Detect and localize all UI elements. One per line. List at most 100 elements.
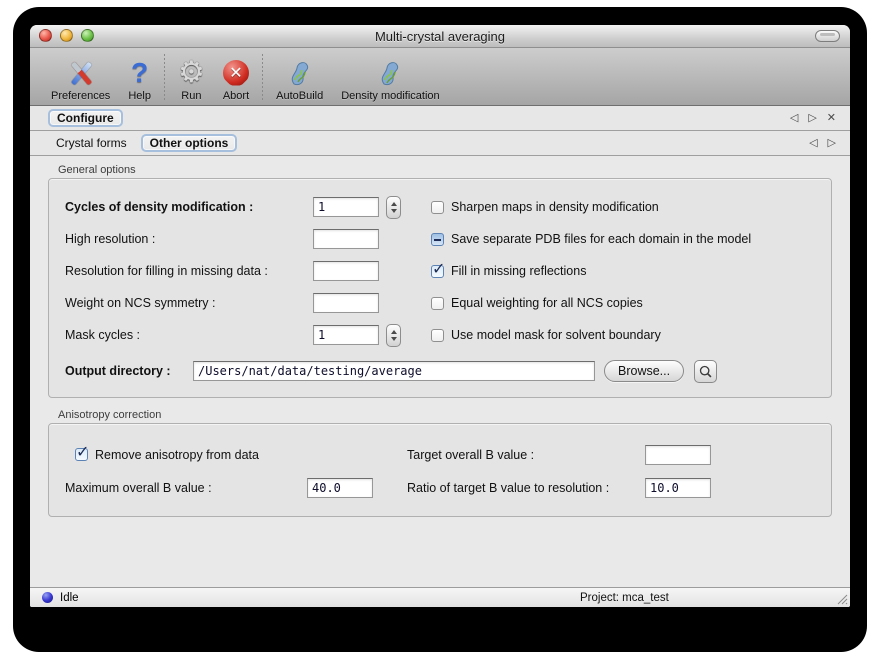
field-label: High resolution : [65, 232, 313, 246]
save-separate-pdb-checkbox[interactable] [431, 233, 444, 246]
field-row: Mask cycles : Use model mask for solvent… [65, 319, 815, 351]
field-row: Cycles of density modification : Sharpen… [65, 191, 815, 223]
checkbox-row[interactable]: Sharpen maps in density modification [405, 200, 815, 214]
tab-configure[interactable]: Configure [48, 109, 123, 127]
field-label: Maximum overall B value : [65, 481, 307, 495]
abort-button[interactable]: ✕ Abort [214, 50, 258, 102]
resolution-filling-input[interactable] [313, 261, 379, 281]
field-row: Resolution for filling in missing data :… [65, 255, 815, 287]
app-window: Multi-crystal averaging Preferences ? He… [30, 25, 850, 607]
field-label: Target overall B value : [407, 448, 645, 462]
mask-cycles-input[interactable] [313, 325, 379, 345]
checkbox-row[interactable]: Save separate PDB files for each domain … [405, 232, 815, 246]
zoom-window-button[interactable] [81, 29, 94, 42]
group-caption: General options [58, 164, 832, 176]
primary-tab-bar: Configure ◁ ▷ ✕ [30, 106, 850, 131]
maximum-b-value-input[interactable] [307, 478, 373, 498]
spinner-up-icon[interactable] [391, 330, 397, 334]
tab-close-icon[interactable]: ✕ [827, 113, 836, 124]
run-button[interactable]: ⚙ Run [169, 50, 214, 102]
tab-scroll-left-icon[interactable]: ◁ [809, 138, 817, 149]
protein-map-icon [375, 56, 405, 89]
tab-scroll-left-icon[interactable]: ◁ [790, 113, 798, 124]
output-directory-input[interactable] [193, 361, 595, 381]
resize-grip[interactable] [835, 592, 848, 605]
checkbox-label: Sharpen maps in density modification [451, 200, 659, 214]
browse-button[interactable]: Browse... [604, 360, 684, 382]
field-label: Ratio of target B value to resolution : [407, 481, 645, 495]
toolbar-item-label: Preferences [51, 90, 110, 102]
toolbar-separator [262, 54, 263, 100]
spinner-up-icon[interactable] [391, 202, 397, 206]
high-resolution-input[interactable] [313, 229, 379, 249]
toolbar-item-label: Abort [223, 90, 249, 102]
output-directory-row: Output directory : Browse... [65, 353, 815, 389]
field-label: Mask cycles : [65, 328, 313, 342]
tab-scroll-right-icon[interactable]: ▷ [808, 113, 816, 124]
checkbox-row[interactable]: Remove anisotropy from data [65, 448, 307, 462]
magnifier-icon [698, 364, 713, 379]
fill-missing-reflections-checkbox[interactable] [431, 265, 444, 278]
tab-other-options[interactable]: Other options [141, 134, 238, 152]
status-bar: Idle Project: mca_test [30, 587, 850, 607]
toolbar-item-label: Density modification [341, 90, 439, 102]
toolbar-separator [164, 54, 165, 100]
checkbox-label: Remove anisotropy from data [95, 448, 259, 462]
search-directory-button[interactable] [694, 360, 717, 383]
status-indicator-icon [42, 592, 53, 603]
tools-icon [66, 56, 96, 89]
checkbox-label: Use model mask for solvent boundary [451, 328, 661, 342]
checkbox-row[interactable]: Fill in missing reflections [405, 264, 815, 278]
spinner-down-icon[interactable] [391, 209, 397, 213]
field-row: Maximum overall B value : Ratio of targe… [65, 471, 815, 504]
field-label: Cycles of density modification : [65, 200, 313, 214]
title-bar[interactable]: Multi-crystal averaging [30, 25, 850, 48]
field-row: Remove anisotropy from data Target overa… [65, 438, 815, 471]
minimize-window-button[interactable] [60, 29, 73, 42]
checkbox-row[interactable]: Use model mask for solvent boundary [405, 328, 815, 342]
help-button[interactable]: ? Help [119, 50, 160, 102]
traffic-lights [39, 29, 94, 42]
density-modification-button[interactable]: Density modification [332, 50, 448, 102]
remove-anisotropy-checkbox[interactable] [75, 448, 88, 461]
group-box: Cycles of density modification : Sharpen… [48, 178, 832, 398]
gear-icon: ⚙ [178, 58, 205, 88]
field-label: Resolution for filling in missing data : [65, 264, 313, 278]
general-options-group: General options Cycles of density modifi… [48, 164, 832, 398]
model-mask-checkbox[interactable] [431, 329, 444, 342]
anisotropy-correction-group: Anisotropy correction Remove anisotropy … [48, 409, 832, 517]
secondary-tab-bar: Crystal forms Other options ◁ ▷ [30, 131, 850, 156]
group-caption: Anisotropy correction [58, 409, 832, 421]
checkbox-label: Save separate PDB files for each domain … [451, 232, 751, 246]
preferences-button[interactable]: Preferences [42, 50, 119, 102]
checkbox-label: Fill in missing reflections [451, 264, 586, 278]
toolbar-item-label: Run [181, 90, 201, 102]
field-label: Output directory : [65, 364, 193, 378]
autobuild-button[interactable]: AutoBuild [267, 50, 332, 102]
spinner-down-icon[interactable] [391, 337, 397, 341]
tab-nav-controls: ◁ ▷ [809, 138, 836, 149]
close-window-button[interactable] [39, 29, 52, 42]
ncs-weight-input[interactable] [313, 293, 379, 313]
checkbox-label: Equal weighting for all NCS copies [451, 296, 643, 310]
ratio-b-resolution-input[interactable] [645, 478, 711, 498]
equal-weighting-checkbox[interactable] [431, 297, 444, 310]
tab-scroll-right-icon[interactable]: ▷ [828, 138, 836, 149]
toolbar-toggle-button[interactable] [815, 30, 840, 42]
checkbox-row[interactable]: Equal weighting for all NCS copies [405, 296, 815, 310]
target-b-value-input[interactable] [645, 445, 711, 465]
tab-nav-controls: ◁ ▷ ✕ [790, 113, 836, 124]
options-panel: General options Cycles of density modifi… [30, 156, 850, 587]
field-row: High resolution : Save separate PDB file… [65, 223, 815, 255]
sharpen-maps-checkbox[interactable] [431, 201, 444, 214]
question-mark-icon: ? [131, 59, 148, 87]
toolbar-item-label: AutoBuild [276, 90, 323, 102]
tab-crystal-forms[interactable]: Crystal forms [48, 135, 135, 151]
toolbar-item-label: Help [128, 90, 151, 102]
field-row: Weight on NCS symmetry : Equal weighting… [65, 287, 815, 319]
protein-model-icon [285, 56, 315, 89]
spinner-control[interactable] [386, 324, 401, 347]
window-title: Multi-crystal averaging [375, 29, 505, 44]
cycles-density-modification-input[interactable] [313, 197, 379, 217]
spinner-control[interactable] [386, 196, 401, 219]
